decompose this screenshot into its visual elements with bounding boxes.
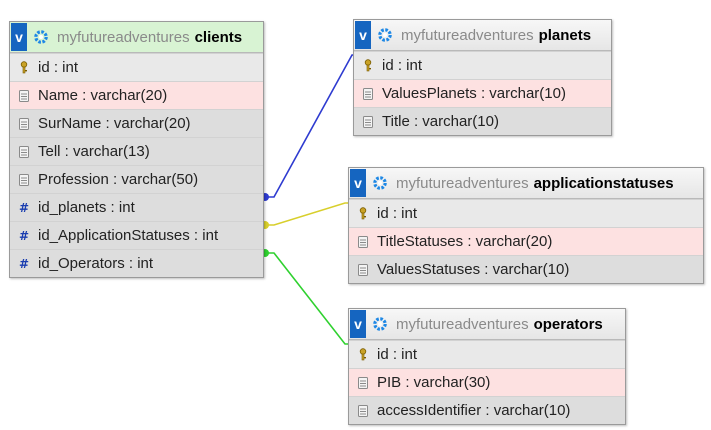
column-row[interactable]: PIB : varchar(30) [349,368,625,396]
gear-icon[interactable] [33,29,49,45]
column-label: ValuesPlanets : varchar(10) [382,85,566,102]
column-row[interactable]: SurName : varchar(20) [10,109,263,137]
database-name: myfutureadventures [396,315,529,333]
table-planets[interactable]: v myfutureadventures planets id : int Val… [353,19,612,136]
gear-icon[interactable] [377,27,393,43]
column-list: id : int TitleStatuses : varchar(20) Value… [349,199,703,283]
column-row[interactable]: id : int [349,340,625,368]
table-operators[interactable]: v myfutureadventures operators id : int P… [348,308,626,425]
table-header-planets[interactable]: v myfutureadventures planets [354,20,611,51]
hash-icon: # [18,256,30,271]
column-label: Profession : varchar(50) [38,171,199,188]
toggle-button[interactable]: v [355,21,371,49]
table-name: applicationstatuses [533,174,674,192]
column-list: id : int PIB : varchar(30) accessIdentifie… [349,340,625,424]
column-row[interactable]: ValuesPlanets : varchar(10) [354,79,611,107]
column-row[interactable]: accessIdentifier : varchar(10) [349,396,625,424]
table-name: planets [538,26,592,44]
table-name: clients [194,28,243,46]
column-label: Name : varchar(20) [38,87,168,104]
table-header-clients[interactable]: v myfutureadventures clients [10,22,263,53]
database-name: myfutureadventures [401,26,534,44]
table-clients[interactable]: v myfutureadventures clients id : int Nam… [9,21,264,278]
column-icon [18,89,30,103]
column-row[interactable]: # id_planets : int [10,193,263,221]
column-icon [357,263,369,277]
column-label: id : int [38,59,79,76]
column-icon [357,404,369,418]
link-clients-applicationstatuses [262,202,356,226]
database-name: myfutureadventures [396,174,529,192]
gear-icon[interactable] [372,316,388,332]
column-icon [18,173,30,187]
table-name: operators [533,315,603,333]
table-header-operators[interactable]: v myfutureadventures operators [349,309,625,340]
column-row[interactable]: Tell : varchar(13) [10,137,263,165]
column-label: id_planets : int [38,199,135,216]
column-label: id : int [377,205,418,222]
toggle-button[interactable]: v [11,23,27,51]
hash-icon: # [18,228,30,243]
column-icon [18,145,30,159]
key-icon [18,61,30,75]
column-label: id_ApplicationStatuses : int [38,227,219,244]
key-icon [362,59,374,73]
toggle-button[interactable]: v [350,310,366,338]
column-label: Title : varchar(10) [382,113,499,130]
column-label: SurName : varchar(20) [38,115,191,132]
toggle-button[interactable]: v [350,169,366,197]
column-icon [362,115,374,129]
gear-icon[interactable] [372,175,388,191]
link-clients-operators [262,252,356,345]
column-icon [357,235,369,249]
column-row[interactable]: # id_ApplicationStatuses : int [10,221,263,249]
column-icon [357,376,369,390]
column-label: TitleStatuses : varchar(20) [377,233,553,250]
column-label: accessIdentifier : varchar(10) [377,402,571,419]
column-row[interactable]: id : int [349,199,703,227]
column-row[interactable]: id : int [10,53,263,81]
column-row[interactable]: Title : varchar(10) [354,107,611,135]
column-label: id : int [382,57,423,74]
key-icon [357,348,369,362]
column-list: id : int ValuesPlanets : varchar(10) Title… [354,51,611,135]
column-label: Tell : varchar(13) [38,143,150,160]
column-row[interactable]: ValuesStatuses : varchar(10) [349,255,703,283]
column-row[interactable]: TitleStatuses : varchar(20) [349,227,703,255]
table-header-applicationstatuses[interactable]: v myfutureadventures applicationstatuses [349,168,703,199]
column-icon [362,87,374,101]
column-icon [18,117,30,131]
key-icon [357,207,369,221]
column-row[interactable]: Name : varchar(20) [10,81,263,109]
column-list: id : int Name : varchar(20) SurName : varc… [10,53,263,277]
column-label: PIB : varchar(30) [377,374,491,391]
column-label: id : int [377,346,418,363]
column-label: ValuesStatuses : varchar(10) [377,261,570,278]
table-applicationstatuses[interactable]: v myfutureadventures applicationstatuses… [348,167,704,284]
column-label: id_Operators : int [38,255,154,272]
hash-icon: # [18,200,30,215]
column-row[interactable]: # id_Operators : int [10,249,263,277]
database-name: myfutureadventures [57,28,190,46]
column-row[interactable]: Profession : varchar(50) [10,165,263,193]
column-row[interactable]: id : int [354,51,611,79]
